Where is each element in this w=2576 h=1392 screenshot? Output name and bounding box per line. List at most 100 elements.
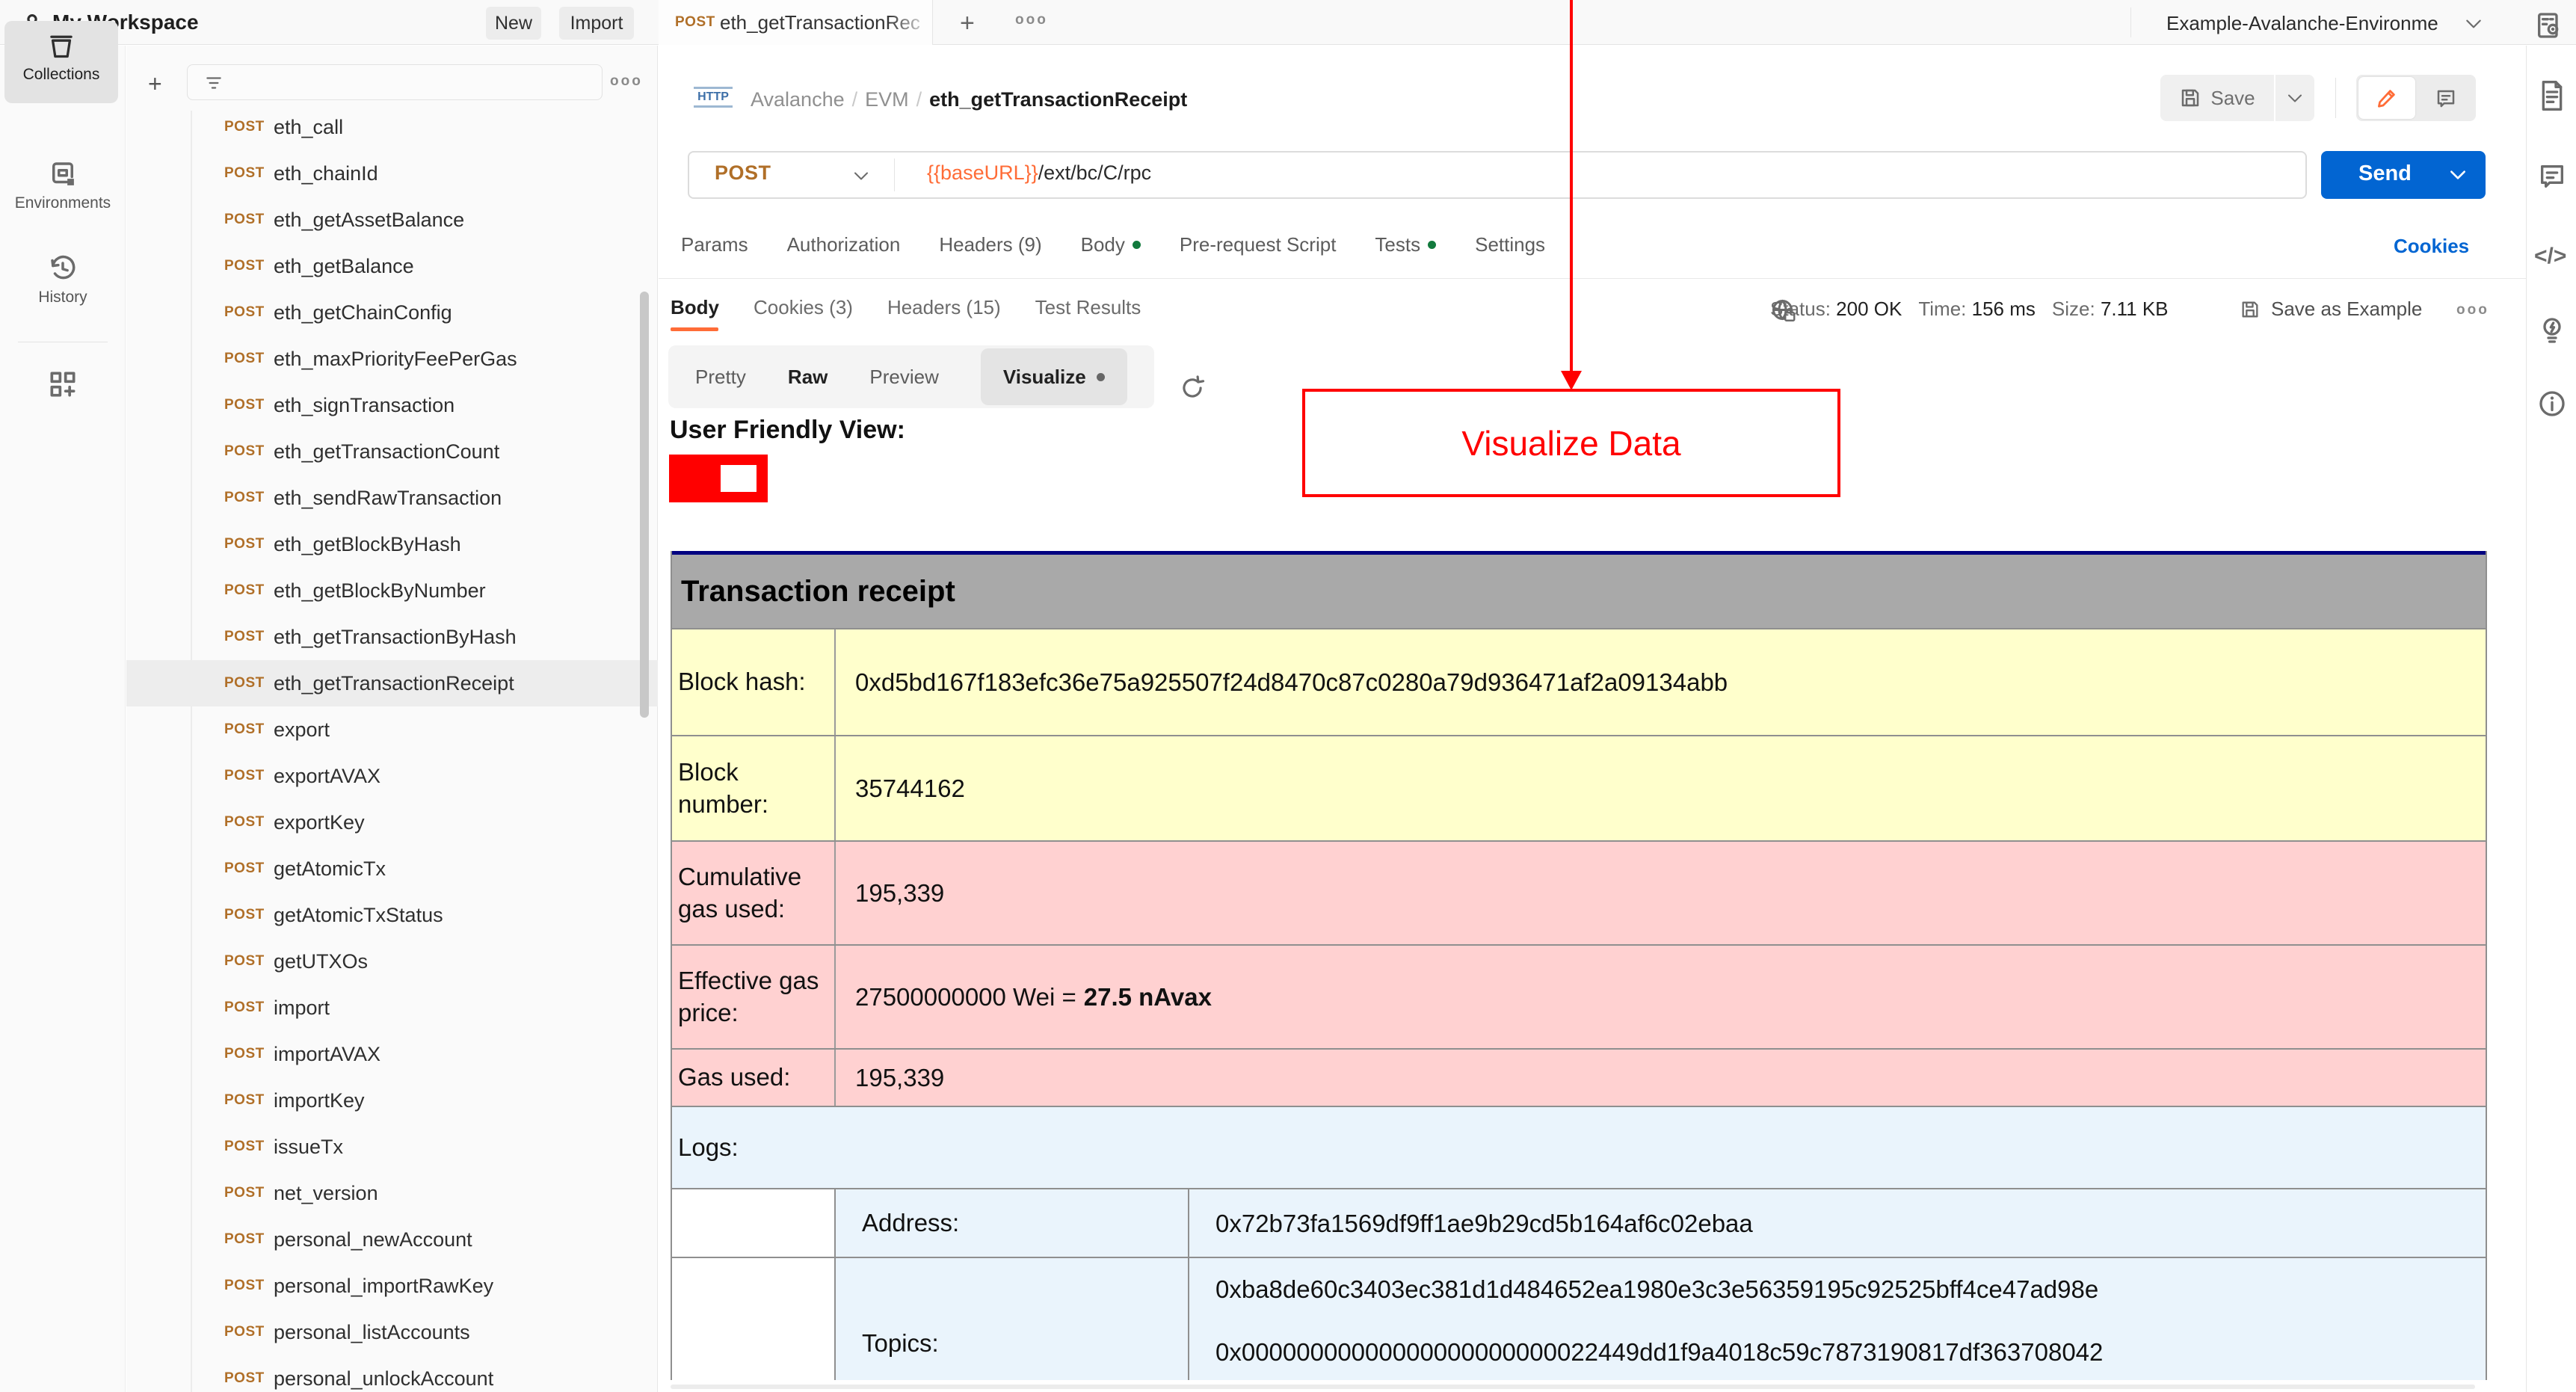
documentation-icon[interactable]: [2537, 79, 2567, 112]
response-tab-headers[interactable]: Headers (15): [887, 296, 1001, 319]
chevron-down-icon[interactable]: [852, 170, 870, 182]
visualizer-table: Transaction receipt Block hash: 0xd5bd16…: [671, 551, 2487, 1392]
refresh-icon[interactable]: [1178, 374, 1207, 402]
sidebar-request[interactable]: POST getAtomicTxStatus: [126, 892, 658, 938]
tab-authorization[interactable]: Authorization: [787, 233, 901, 256]
status-value[interactable]: 200 OK: [1836, 298, 1902, 320]
new-tab-button[interactable]: +: [960, 9, 975, 38]
lightbulb-icon[interactable]: [2537, 314, 2567, 347]
request-tab[interactable]: POST eth_getTransactionRece: [659, 0, 933, 45]
code-snippet-icon[interactable]: </>: [2534, 244, 2566, 269]
sidebar-request[interactable]: POST personal_newAccount: [126, 1216, 658, 1263]
new-button[interactable]: New: [486, 7, 541, 40]
environment-quick-look-icon[interactable]: [2534, 10, 2564, 40]
save-as-example-button[interactable]: Save as Example: [2240, 298, 2422, 321]
sidebar-request[interactable]: POST exportKey: [126, 799, 658, 846]
sidebar-request[interactable]: POST eth_getBlockByNumber: [126, 567, 658, 614]
tab-headers[interactable]: Headers (9): [939, 233, 1041, 256]
sidebar-request[interactable]: POST eth_chainId: [126, 150, 658, 197]
info-icon[interactable]: [2537, 389, 2567, 419]
sidebar-item-environments[interactable]: Environments: [0, 158, 126, 212]
sidebar-request[interactable]: POST getAtomicTx: [126, 846, 658, 892]
tab-options-icon[interactable]: ooo: [1015, 12, 1048, 28]
user-friendly-view-checkbox[interactable]: [669, 455, 768, 502]
sidebar-request[interactable]: POST eth_getBalance: [126, 243, 658, 289]
size-value[interactable]: 7.11 KB: [2101, 298, 2169, 320]
sidebar-request-selected[interactable]: POST eth_getTransactionReceipt: [126, 660, 658, 706]
sidebar-request[interactable]: POST eth_maxPriorityFeePerGas: [126, 336, 658, 382]
sidebar-item-collections[interactable]: Collections: [4, 21, 118, 103]
sidebar-request[interactable]: POST getUTXOs: [126, 938, 658, 985]
sidebar-request[interactable]: POST export: [126, 706, 658, 753]
response-meta: Status: 200 OK Time: 156 ms Size: 7.11 K…: [1770, 298, 2169, 321]
tab-prerequest-script[interactable]: Pre-request Script: [1180, 233, 1337, 256]
cookies-link[interactable]: Cookies: [2394, 235, 2469, 258]
response-options-icon[interactable]: ooo: [2456, 302, 2489, 318]
add-tools-icon[interactable]: [46, 368, 79, 401]
sidebar-request[interactable]: POST eth_getChainConfig: [126, 289, 658, 336]
method-badge: POST: [224, 860, 265, 876]
log-value: 0xba8de60c3403ec381d1d484652ea1980e3c3e5…: [1189, 1258, 2486, 1392]
sidebar-request[interactable]: POST eth_getTransactionByHash: [126, 614, 658, 660]
sidebar-request[interactable]: POST eth_getTransactionCount: [126, 428, 658, 475]
request-name: importAVAX: [274, 1042, 381, 1065]
log-label: Address:: [836, 1189, 1189, 1257]
save-button[interactable]: Save: [2160, 75, 2274, 121]
environment-selector[interactable]: Example-Avalanche-Environme: [2166, 12, 2438, 35]
table-title: Transaction receipt: [672, 555, 2486, 628]
sidebar-request[interactable]: POST net_version: [126, 1170, 658, 1216]
method-selector[interactable]: POST: [715, 161, 771, 185]
sidebar-request[interactable]: POST personal_unlockAccount: [126, 1355, 658, 1392]
sidebar-request[interactable]: POST eth_getAssetBalance: [126, 197, 658, 243]
save-options-button[interactable]: [2275, 75, 2314, 121]
import-button[interactable]: Import: [559, 7, 634, 40]
sidebar-request[interactable]: POST issueTx: [126, 1124, 658, 1170]
sidebar-request[interactable]: POST eth_signTransaction: [126, 382, 658, 428]
sidebar-request[interactable]: POST eth_getBlockByHash: [126, 521, 658, 567]
breadcrumb-collection[interactable]: Avalanche: [751, 88, 845, 111]
request-name: eth_getBlockByNumber: [274, 579, 486, 602]
view-tab-raw[interactable]: Raw: [788, 366, 828, 389]
chevron-down-icon[interactable]: [2464, 18, 2483, 30]
divider: [659, 278, 2526, 279]
send-button[interactable]: Send: [2321, 151, 2486, 199]
request-name: eth_signTransaction: [274, 393, 455, 416]
sidebar-request[interactable]: POST personal_listAccounts: [126, 1309, 658, 1355]
view-tab-preview[interactable]: Preview: [869, 366, 938, 389]
tab-settings[interactable]: Settings: [1475, 233, 1545, 256]
sidebar-request[interactable]: POST eth_call: [126, 104, 658, 150]
tab-body[interactable]: Body: [1081, 233, 1141, 256]
collection-options-icon[interactable]: ooo: [610, 73, 643, 90]
comment-mode-button[interactable]: [2422, 82, 2470, 115]
add-request-button[interactable]: +: [148, 70, 162, 98]
time-value[interactable]: 156 ms: [1972, 298, 2036, 320]
sidebar-item-history[interactable]: History: [0, 253, 126, 307]
url-input[interactable]: {{baseURL}}/ext/bc/C/rpc: [927, 161, 1151, 185]
row-value: 27500000000 Wei = 27.5 nAvax: [836, 946, 2486, 1048]
comments-icon[interactable]: [2537, 161, 2567, 191]
filter-input[interactable]: [187, 64, 603, 100]
annotation-text: Visualize Data: [1461, 423, 1681, 463]
table-row-block-hash: Block hash: 0xd5bd167f183efc36e75a925507…: [672, 628, 2486, 735]
sidebar-request[interactable]: POST exportAVAX: [126, 753, 658, 799]
row-value: 195,339: [836, 842, 2486, 944]
sidebar-request[interactable]: POST importAVAX: [126, 1031, 658, 1077]
sidebar-request[interactable]: POST import: [126, 985, 658, 1031]
response-tab-body[interactable]: Body: [671, 296, 719, 319]
sidebar-request[interactable]: POST importKey: [126, 1077, 658, 1124]
method-badge: POST: [224, 443, 265, 459]
table-row-log-topics: Topics: 0xba8de60c3403ec381d1d484652ea19…: [672, 1257, 2486, 1392]
view-tab-pretty[interactable]: Pretty: [695, 366, 746, 389]
sidebar-request[interactable]: POST eth_sendRawTransaction: [126, 475, 658, 521]
tab-params[interactable]: Params: [681, 233, 748, 256]
response-tab-test-results[interactable]: Test Results: [1035, 296, 1141, 319]
method-badge: POST: [224, 490, 265, 505]
view-tab-visualize[interactable]: Visualize: [980, 348, 1127, 405]
tab-tests[interactable]: Tests: [1375, 233, 1437, 256]
edit-mode-button[interactable]: [2358, 77, 2415, 119]
sidebar-scrollbar[interactable]: [640, 292, 649, 718]
horizontal-scrollbar[interactable]: [659, 1380, 2526, 1392]
breadcrumb-folder[interactable]: EVM: [865, 88, 909, 111]
response-tab-cookies[interactable]: Cookies (3): [754, 296, 853, 319]
sidebar-request[interactable]: POST personal_importRawKey: [126, 1263, 658, 1309]
